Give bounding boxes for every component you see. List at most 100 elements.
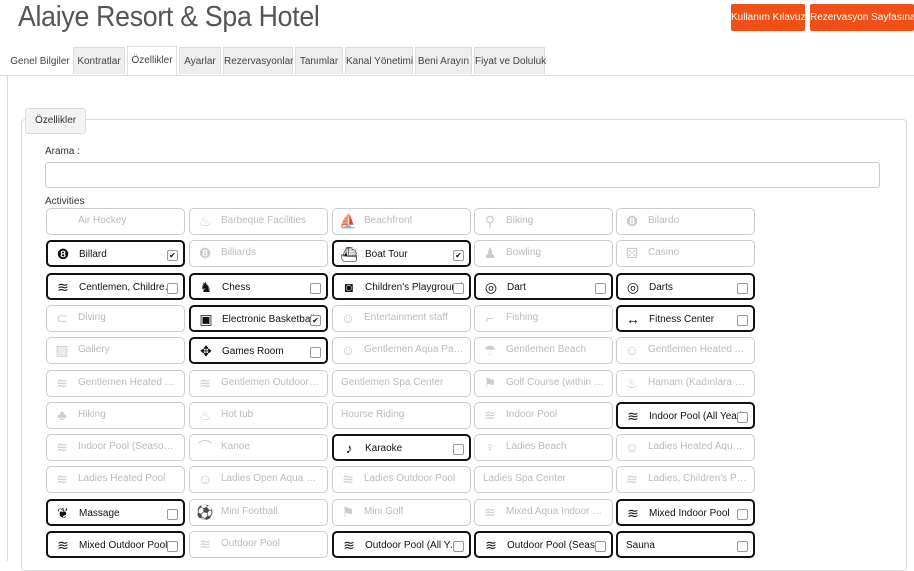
page-title: Alaiye Resort & Spa Hotel — [18, 1, 320, 33]
feature-item: Air Hockey — [46, 208, 185, 235]
feature-label: Fishing — [506, 312, 539, 323]
picture-icon: ▨ — [55, 342, 69, 358]
feature-item[interactable]: ◎ Dart — [474, 273, 613, 300]
puzzle-icon: ✥ — [200, 343, 212, 359]
feature-label: Ladies Beach — [506, 441, 567, 452]
feature-item[interactable]: ❽ Billard ✔ — [46, 240, 185, 267]
tab-settings[interactable]: Ayarlar — [179, 47, 221, 74]
feature-item: ☺ Ladies Open Aqua Park Pool — [189, 466, 328, 493]
feature-checkbox[interactable] — [595, 541, 606, 552]
feature-item[interactable]: ≋ Mixed Indoor Pool — [616, 499, 755, 526]
feature-item: ≋ Indoor Pool — [474, 402, 613, 429]
feature-label: Bowling — [506, 247, 542, 258]
feature-item[interactable]: ✥ Games Room — [189, 337, 328, 364]
activities-label: Activities — [45, 196, 85, 207]
feature-item[interactable]: ↔ Fitness Center — [616, 305, 755, 332]
feature-label: Dart — [507, 282, 526, 293]
feature-label: Gentlemen Outdoor Pool — [221, 377, 321, 388]
search-label: Arama : — [45, 146, 81, 157]
tab-contracts[interactable]: Kontratlar — [73, 47, 125, 74]
tab-features[interactable]: Özellikler — [127, 46, 177, 75]
ship-icon: ⛴ — [340, 246, 358, 262]
feature-label: Beachfront — [364, 215, 413, 226]
feature-item: ≋ Gentlemen Outdoor Pool — [189, 370, 328, 397]
tab-bar: Genel Bilgiler Kontratlar Özellikler Aya… — [0, 45, 914, 76]
swimmer-icon: ≋ — [56, 471, 68, 487]
feature-label: Fitness Center — [649, 314, 715, 325]
feature-checkbox[interactable]: ✔ — [453, 250, 464, 261]
feature-item: ⚲ Biking — [474, 208, 613, 235]
feature-item[interactable]: ◎ Darts — [616, 273, 755, 300]
beach-umbrella-icon: ☂ — [483, 342, 497, 358]
feature-item[interactable]: ▣ Electronic Basketball ✔ — [189, 305, 328, 332]
feature-checkbox[interactable] — [167, 541, 178, 552]
bowling-icon: ♟ — [483, 245, 497, 261]
feature-item[interactable]: ♪ Karaoke — [332, 434, 471, 461]
feature-item[interactable]: ≋ Outdoor Pool (Seasonal) — [474, 531, 613, 558]
hot-tub-icon: ♨ — [625, 375, 639, 391]
feature-label: Indoor Pool — [506, 409, 558, 420]
tree-icon: ♣ — [57, 407, 67, 423]
tab-price-availability[interactable]: Fiyat ve Doluluk — [474, 47, 546, 74]
swimmer-icon: ≋ — [484, 407, 496, 423]
feature-checkbox[interactable] — [453, 541, 464, 552]
feature-label: Golf Course (within 3 km) — [506, 377, 606, 388]
feature-item[interactable]: ≋ Indoor Pool (All Year) — [616, 402, 755, 429]
feature-checkbox[interactable] — [453, 444, 464, 455]
people-icon: ☺ — [340, 342, 356, 358]
hot-tub-icon: ♨ — [198, 407, 212, 423]
tab-definitions[interactable]: Tanımlar — [295, 47, 343, 74]
go-to-reservation-button[interactable]: Rezervasyon Sayfasına Git — [810, 4, 914, 31]
feature-label: Hiking — [78, 409, 106, 420]
swimmer-icon: ≋ — [626, 471, 638, 487]
feature-item[interactable]: ♞ Chess — [189, 273, 328, 300]
tab-call-me[interactable]: Beni Arayın — [415, 47, 472, 74]
feature-item: ⌒ Kanoe — [189, 434, 328, 461]
feature-label: Boat Tour — [365, 249, 408, 260]
feature-item[interactable]: Sauna — [616, 531, 755, 558]
feature-label: Gentlemen Beach — [506, 344, 587, 355]
feature-checkbox[interactable] — [167, 283, 178, 294]
feature-checkbox[interactable] — [737, 315, 748, 326]
feature-checkbox[interactable] — [595, 283, 606, 294]
feature-label: Air Hockey — [78, 215, 127, 226]
tab-general-info[interactable]: Genel Bilgiler — [7, 47, 73, 74]
feature-item: Hourse Riding — [332, 402, 471, 429]
feature-item: ≋ Indoor Pool (Seasonal) — [46, 434, 185, 461]
user-guide-button[interactable]: Kullanım Kılavuzu — [731, 4, 811, 31]
swimmer-icon: ≋ — [199, 536, 211, 552]
feature-checkbox[interactable] — [737, 541, 748, 552]
feature-checkbox[interactable] — [310, 347, 321, 358]
feature-label: Games Room — [222, 346, 284, 357]
feature-item[interactable]: ❦ Massage — [46, 499, 185, 526]
search-input[interactable] — [45, 162, 880, 188]
feature-checkbox[interactable] — [737, 412, 748, 423]
feature-item: ♀ Ladies Beach — [474, 434, 613, 461]
feature-checkbox[interactable]: ✔ — [310, 315, 321, 326]
tab-channel-management[interactable]: Kanal Yönetimi — [345, 47, 413, 74]
tab-reservations[interactable]: Rezervasyonlar — [223, 47, 293, 74]
feature-label: Ladies Spa Center — [483, 473, 566, 484]
billiard-ball-icon: ❽ — [56, 246, 70, 262]
feature-item: ☺ Gentlemen Aqua Parks Open — [332, 337, 471, 364]
dumbbell-icon: ↔ — [626, 311, 640, 327]
feature-item: ♣ Hiking — [46, 402, 185, 429]
people-icon: ☺ — [197, 471, 213, 487]
feature-item[interactable]: ⛴ Boat Tour ✔ — [332, 240, 471, 267]
feature-checkbox[interactable] — [737, 509, 748, 520]
feature-checkbox[interactable] — [737, 283, 748, 294]
feature-checkbox[interactable]: ✔ — [167, 250, 178, 261]
feature-item[interactable]: ≋ Centlemen, Children's Pool — [46, 273, 185, 300]
feature-label: Children's Playground — [365, 282, 463, 293]
feature-item: ⌐ Fishing — [474, 305, 613, 332]
feature-checkbox[interactable] — [167, 509, 178, 520]
feature-checkbox[interactable] — [310, 283, 321, 294]
feature-label: Electronic Basketball — [222, 314, 315, 325]
feature-item: ☺ Ladies Heated Aqua Park — [616, 434, 755, 461]
feature-label: Entertainment staff — [364, 312, 448, 323]
feature-label: Indoor Pool (Seasonal) — [78, 441, 178, 452]
feature-item[interactable]: ◙ Children's Playground — [332, 273, 471, 300]
feature-checkbox[interactable] — [453, 283, 464, 294]
feature-item[interactable]: ≋ Outdoor Pool (All Year) — [332, 531, 471, 558]
feature-item[interactable]: ≋ Mixed Outdoor Pool — [46, 531, 185, 558]
